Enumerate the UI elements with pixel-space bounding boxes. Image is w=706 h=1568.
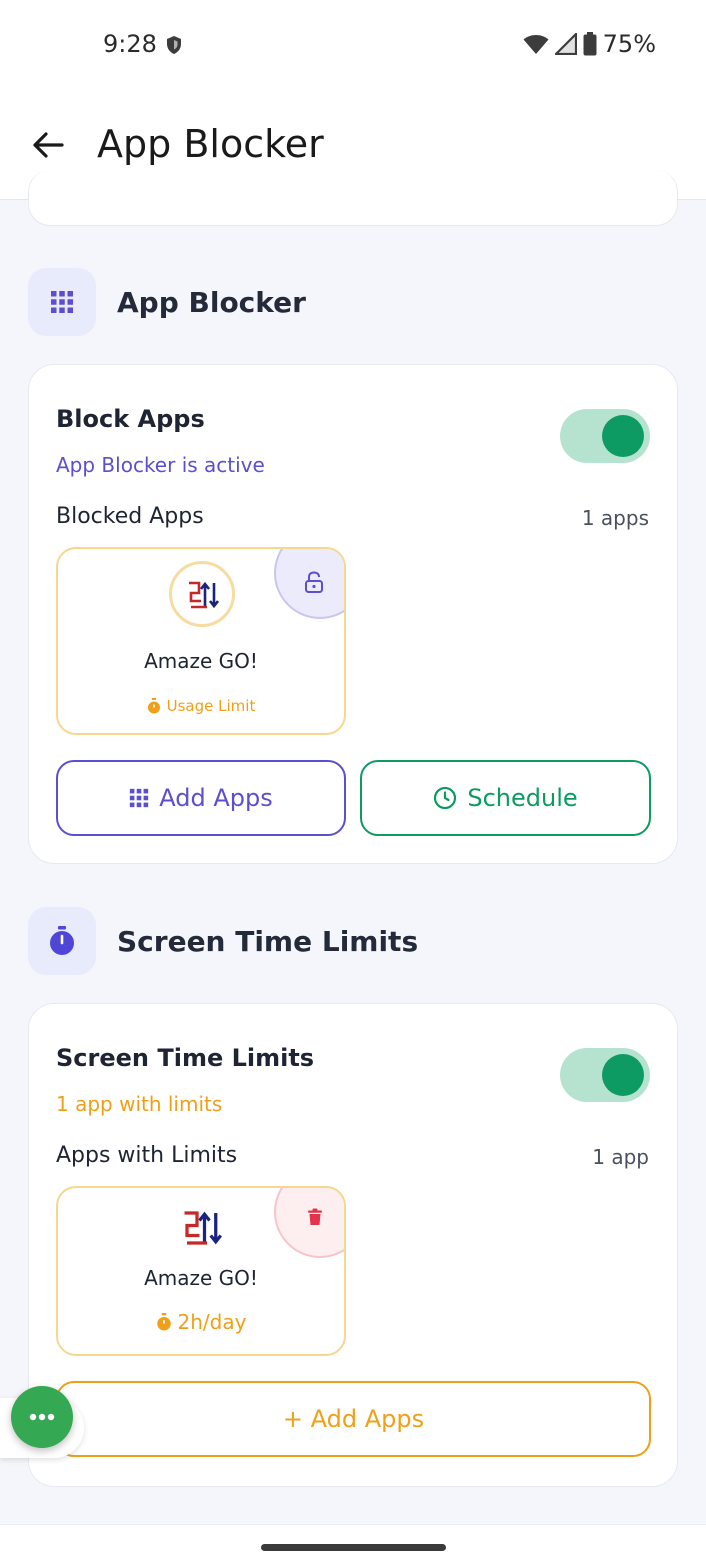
more-menu-button[interactable] <box>11 1386 73 1448</box>
add-apps-button[interactable]: Add Apps <box>56 760 346 836</box>
section-header-screen-time: Screen Time Limits <box>28 907 418 975</box>
block-apps-card: Block Apps App Blocker is active Blocked… <box>28 364 678 864</box>
block-apps-toggle[interactable] <box>560 409 650 463</box>
daily-limit-text: 2h/day <box>177 1310 247 1334</box>
card-title: Block Apps <box>56 405 205 433</box>
grid-icon <box>130 788 149 808</box>
signal-icon <box>554 33 577 55</box>
usage-limit-badge: Usage Limit <box>58 697 344 715</box>
schedule-button[interactable]: Schedule <box>360 760 651 836</box>
section-header-app-blocker: App Blocker <box>28 268 306 336</box>
amaze-go-app-icon <box>184 1211 222 1245</box>
status-time: 9:28 <box>103 30 157 58</box>
stopwatch-icon <box>156 1313 171 1331</box>
add-apps-label: + Add Apps <box>282 1405 425 1433</box>
grid-icon <box>51 291 73 313</box>
back-arrow-icon[interactable] <box>28 125 68 165</box>
blocked-apps-count: 1 apps <box>581 506 649 530</box>
schedule-label: Schedule <box>467 784 578 812</box>
status-bar: 9:28 75% <box>0 0 706 90</box>
card-title: Screen Time Limits <box>56 1044 315 1072</box>
home-indicator[interactable] <box>261 1544 446 1551</box>
daily-limit-badge: 2h/day <box>58 1310 344 1334</box>
unlock-icon <box>305 571 323 593</box>
screen-time-card: Screen Time Limits 1 app with limits App… <box>28 1003 678 1487</box>
toggle-knob <box>602 1054 644 1096</box>
screen-time-toggle[interactable] <box>560 1048 650 1102</box>
toggle-knob <box>602 415 644 457</box>
clock-icon <box>434 786 457 810</box>
amaze-go-app-icon <box>189 581 219 609</box>
blocked-apps-label: Blocked Apps <box>56 504 204 529</box>
section-icon-box <box>28 268 96 336</box>
stopwatch-icon <box>50 926 74 955</box>
shield-icon <box>167 36 181 54</box>
unlock-button[interactable] <box>274 549 344 619</box>
usage-limit-text: Usage Limit <box>166 697 256 715</box>
app-name: Amaze GO! <box>144 649 258 673</box>
add-apps-limits-button[interactable]: + Add Apps <box>56 1381 651 1457</box>
block-status-text: App Blocker is active <box>56 453 265 477</box>
app-icon-ring <box>169 561 235 627</box>
blocked-app-tile[interactable]: Amaze GO! Usage Limit <box>56 547 346 735</box>
limited-app-tile[interactable]: Amaze GO! 2h/day <box>56 1186 346 1356</box>
apps-with-limits-count: 1 app <box>592 1145 649 1169</box>
delete-button[interactable] <box>274 1188 344 1258</box>
page-title: App Blocker <box>97 122 324 166</box>
limits-status-text: 1 app with limits <box>56 1092 223 1116</box>
battery-percent: 75% <box>602 30 656 58</box>
section-title: App Blocker <box>117 285 306 319</box>
previous-card-edge <box>28 170 678 226</box>
apps-with-limits-label: Apps with Limits <box>56 1143 238 1168</box>
add-apps-label: Add Apps <box>159 784 273 812</box>
app-name: Amaze GO! <box>144 1266 258 1290</box>
trash-icon <box>308 1208 322 1225</box>
wifi-icon <box>523 35 549 54</box>
more-dots-icon <box>29 1413 55 1421</box>
section-icon-box <box>28 907 96 975</box>
battery-icon <box>583 32 597 56</box>
stopwatch-icon <box>147 698 160 714</box>
section-title: Screen Time Limits <box>117 924 419 958</box>
